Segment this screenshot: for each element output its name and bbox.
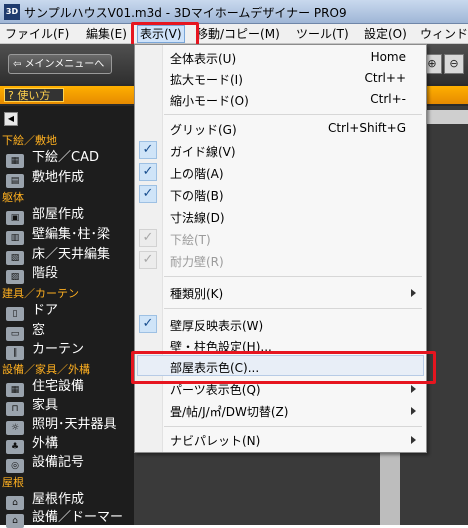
menu-item-by-type[interactable]: 種類別(K) bbox=[135, 283, 426, 303]
menu-item-wall-column-color[interactable]: 壁・柱色設定(H)... bbox=[135, 336, 426, 356]
main-menu-label: メインメニューへ bbox=[24, 59, 105, 70]
menu-item-upper-floor[interactable]: ✓ 上の階(A) bbox=[135, 163, 426, 183]
sidebar-item-room[interactable]: ▣ 部屋作成 bbox=[6, 206, 84, 225]
menu-bar: ファイル(F) 編集(E) 表示(V) 移動/コピー(M) ツール(T) 設定(… bbox=[0, 24, 468, 44]
site-icon: ▤ bbox=[6, 174, 24, 188]
menu-file[interactable]: ファイル(F) bbox=[5, 26, 69, 42]
menu-item-fit-all[interactable]: 全体表示(U) Home bbox=[135, 48, 426, 68]
menu-window[interactable]: ウィンドウ bbox=[420, 26, 468, 42]
tree-icon: ♣ bbox=[6, 440, 24, 454]
sidebar-item-symbols[interactable]: ◎ 設備記号 bbox=[6, 454, 84, 473]
light-icon: ☼ bbox=[6, 421, 24, 435]
checkmark-icon: ✓ bbox=[139, 163, 157, 181]
submenu-arrow-icon bbox=[411, 407, 416, 415]
menu-item-parts-display-color[interactable]: パーツ表示色(Q) bbox=[135, 379, 426, 399]
menu-item-room-display-color[interactable]: 部屋表示色(C)... bbox=[135, 357, 426, 377]
menu-item-guide-lines[interactable]: ✓ ガイド線(V) bbox=[135, 141, 426, 161]
menu-item-underlay[interactable]: ✓ 下絵(T) bbox=[135, 229, 426, 249]
sidebar-item-window[interactable]: ▭ 窓 bbox=[6, 322, 45, 341]
menu-move-copy[interactable]: 移動/コピー(M) bbox=[196, 26, 280, 42]
wall-icon: ▥ bbox=[6, 231, 24, 245]
floor-icon: ▧ bbox=[6, 251, 24, 265]
curtain-icon: ∥ bbox=[6, 346, 24, 360]
door-icon: ▯ bbox=[6, 307, 24, 321]
image-icon: ▦ bbox=[6, 154, 24, 168]
menu-item-wall-thickness[interactable]: ✓ 壁厚反映表示(W) bbox=[135, 315, 426, 335]
sidebar-item-door[interactable]: ▯ ドア bbox=[6, 302, 58, 321]
menu-separator bbox=[164, 308, 422, 309]
menu-item-unit-toggle[interactable]: 畳/帖/J/㎡/DW切替(Z) bbox=[135, 401, 426, 421]
zoom-out-icon[interactable]: ⊖ bbox=[444, 54, 464, 74]
dormer-icon: ⌂ bbox=[6, 514, 24, 528]
checkmark-icon: ✓ bbox=[139, 315, 157, 333]
section-title-fittings: 建具／カーテン bbox=[2, 287, 79, 300]
furniture-icon: ⊓ bbox=[6, 402, 24, 416]
back-arrow-icon: ⇦ bbox=[13, 59, 25, 70]
menu-item-zoom-out-mode[interactable]: 縮小モード(O) Ctrl+- bbox=[135, 90, 426, 110]
menu-item-dimension-lines[interactable]: 寸法線(D) bbox=[135, 207, 426, 227]
submenu-arrow-icon bbox=[411, 436, 416, 444]
help-button[interactable]: ? 使い方 bbox=[4, 88, 64, 102]
stairs-icon: ▨ bbox=[6, 270, 24, 284]
symbol-icon: ◎ bbox=[6, 459, 24, 473]
sidebar-item-exterior[interactable]: ♣ 外構 bbox=[6, 435, 58, 454]
submenu-arrow-icon bbox=[411, 385, 416, 393]
app-logo-icon: 3D bbox=[4, 4, 20, 20]
menu-separator bbox=[164, 114, 422, 115]
sidebar-item-dormer[interactable]: ⌂ 設備／ドーマー bbox=[6, 509, 123, 528]
collapse-panel-icon[interactable]: ◀ bbox=[4, 112, 18, 126]
section-title-base: 下絵／敷地 bbox=[2, 134, 57, 147]
checkmark-icon: ✓ bbox=[139, 185, 157, 203]
view-dropdown-menu: 全体表示(U) Home 拡大モード(I) Ctrl++ 縮小モード(O) Ct… bbox=[134, 44, 427, 453]
menu-item-lower-floor[interactable]: ✓ 下の階(B) bbox=[135, 185, 426, 205]
section-title-roof: 屋根 bbox=[2, 476, 24, 489]
menu-item-zoom-in-mode[interactable]: 拡大モード(I) Ctrl++ bbox=[135, 69, 426, 89]
checkmark-icon: ✓ bbox=[139, 141, 157, 159]
title-bar: 3D サンプルハウスV01.m3d - 3Dマイホームデザイナー PRO9 bbox=[0, 0, 468, 24]
submenu-arrow-icon bbox=[411, 289, 416, 297]
roof-icon: ⌂ bbox=[6, 496, 24, 510]
menu-separator bbox=[164, 426, 422, 427]
window-title: サンプルハウスV01.m3d - 3Dマイホームデザイナー PRO9 bbox=[24, 6, 347, 20]
menu-item-navi-palette[interactable]: ナビパレット(N) bbox=[135, 430, 426, 450]
sidebar-item-housing-equipment[interactable]: ▦ 住宅設備 bbox=[6, 378, 84, 397]
sidebar-item-underlay-cad[interactable]: ▦ 下絵／CAD bbox=[6, 149, 99, 168]
menu-item-grid[interactable]: グリッド(G) Ctrl+Shift+G bbox=[135, 119, 426, 139]
main-menu-button[interactable]: ⇦ メインメニューへ bbox=[8, 54, 112, 74]
sidebar-item-furniture[interactable]: ⊓ 家具 bbox=[6, 397, 58, 416]
section-title-structure: 躯体 bbox=[2, 191, 24, 204]
sidebar-item-curtain[interactable]: ∥ カーテン bbox=[6, 341, 84, 360]
checkmark-icon: ✓ bbox=[139, 251, 157, 269]
sidebar-item-lighting[interactable]: ☼ 照明･天井器具 bbox=[6, 416, 117, 435]
menu-separator bbox=[164, 276, 422, 277]
section-title-equipment: 設備／家具／外構 bbox=[2, 363, 90, 376]
room-icon: ▣ bbox=[6, 211, 24, 225]
sidebar-item-floor[interactable]: ▧ 床／天井編集 bbox=[6, 246, 110, 265]
menu-settings[interactable]: 設定(O) bbox=[364, 26, 407, 42]
menu-edit[interactable]: 編集(E) bbox=[86, 26, 127, 42]
window-icon: ▭ bbox=[6, 327, 24, 341]
sidebar-item-stairs[interactable]: ▨ 階段 bbox=[6, 265, 58, 284]
menu-tools[interactable]: ツール(T) bbox=[296, 26, 349, 42]
sidebar-item-wall[interactable]: ▥ 壁編集･柱･梁 bbox=[6, 226, 110, 245]
sidebar-item-site[interactable]: ▤ 敷地作成 bbox=[6, 169, 84, 188]
kitchen-icon: ▦ bbox=[6, 383, 24, 397]
sidebar-item-roof[interactable]: ⌂ 屋根作成 bbox=[6, 491, 84, 510]
menu-view[interactable]: 表示(V) bbox=[137, 25, 185, 43]
menu-item-bearing-wall[interactable]: ✓ 耐力壁(R) bbox=[135, 251, 426, 271]
checkmark-icon: ✓ bbox=[139, 229, 157, 247]
